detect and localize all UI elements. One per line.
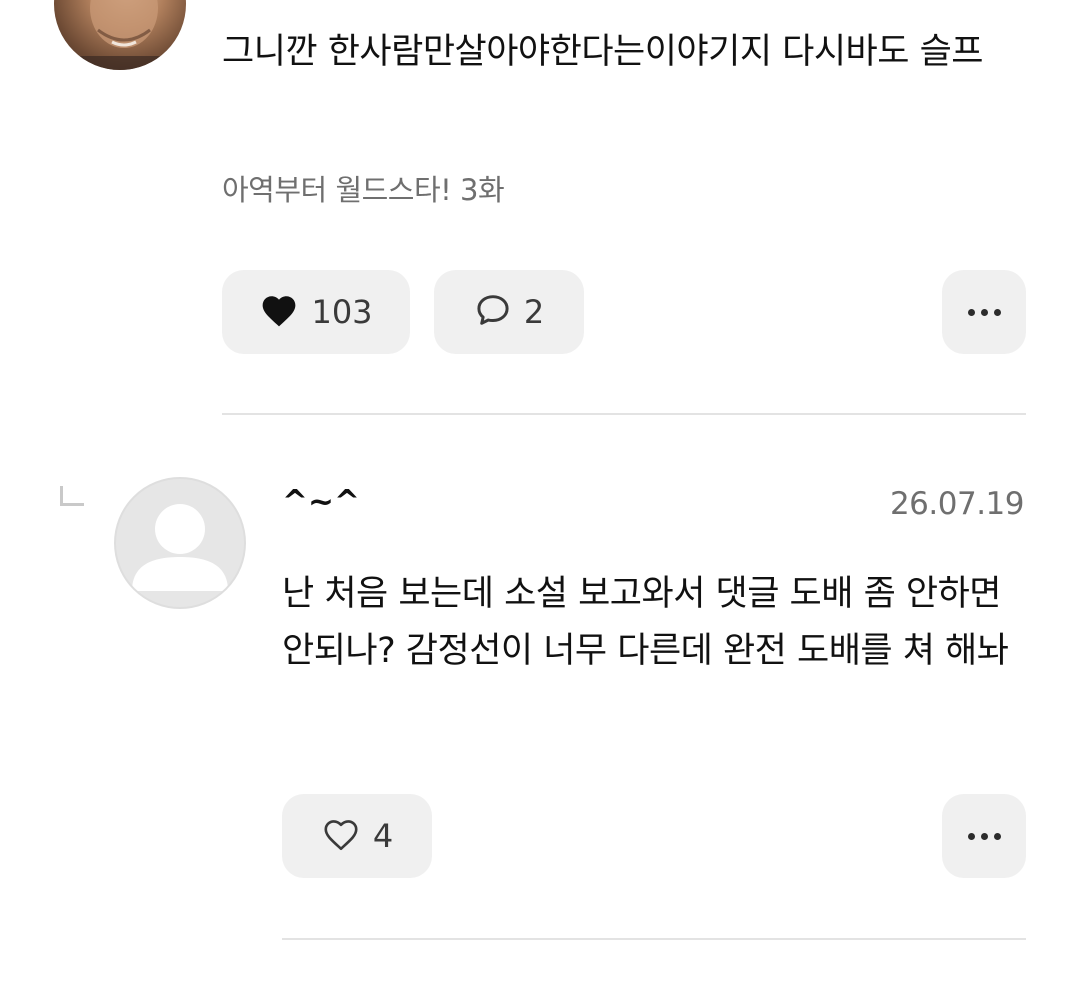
heart-outline-icon [321,816,361,856]
like-count: 103 [311,293,373,331]
comment-text: 그니깐 한사람만살아야한다는이야기지 다시바도 슬프 [222,32,983,72]
reply-divider [282,938,1026,940]
more-options-button[interactable] [942,270,1026,354]
reply-like-button[interactable]: 4 [282,794,432,878]
reply-username[interactable]: ^~^ [282,484,360,520]
reply-corner-icon [60,486,84,506]
heart-filled-icon [259,292,299,332]
like-button[interactable]: 103 [222,270,410,354]
speech-bubble-icon [474,292,512,332]
reply-text: 난 처음 보는데 소설 보고와서 댓글 도배 좀 안하면 안되나? 감정선이 너… [282,574,1009,671]
commenter-avatar[interactable] [54,0,186,70]
episode-link[interactable]: 아역부터 월드스타! 3화 [222,170,505,210]
reply-date: 26.07.19 [889,486,1025,522]
more-dots-icon [967,832,1001,840]
reply-more-options-button[interactable] [942,794,1026,878]
reply-like-count: 4 [372,817,394,855]
reply-avatar[interactable] [114,477,246,609]
comment-divider [222,413,1026,415]
reply-count: 2 [523,293,545,331]
reply-button[interactable]: 2 [434,270,584,354]
more-dots-icon [967,308,1001,316]
